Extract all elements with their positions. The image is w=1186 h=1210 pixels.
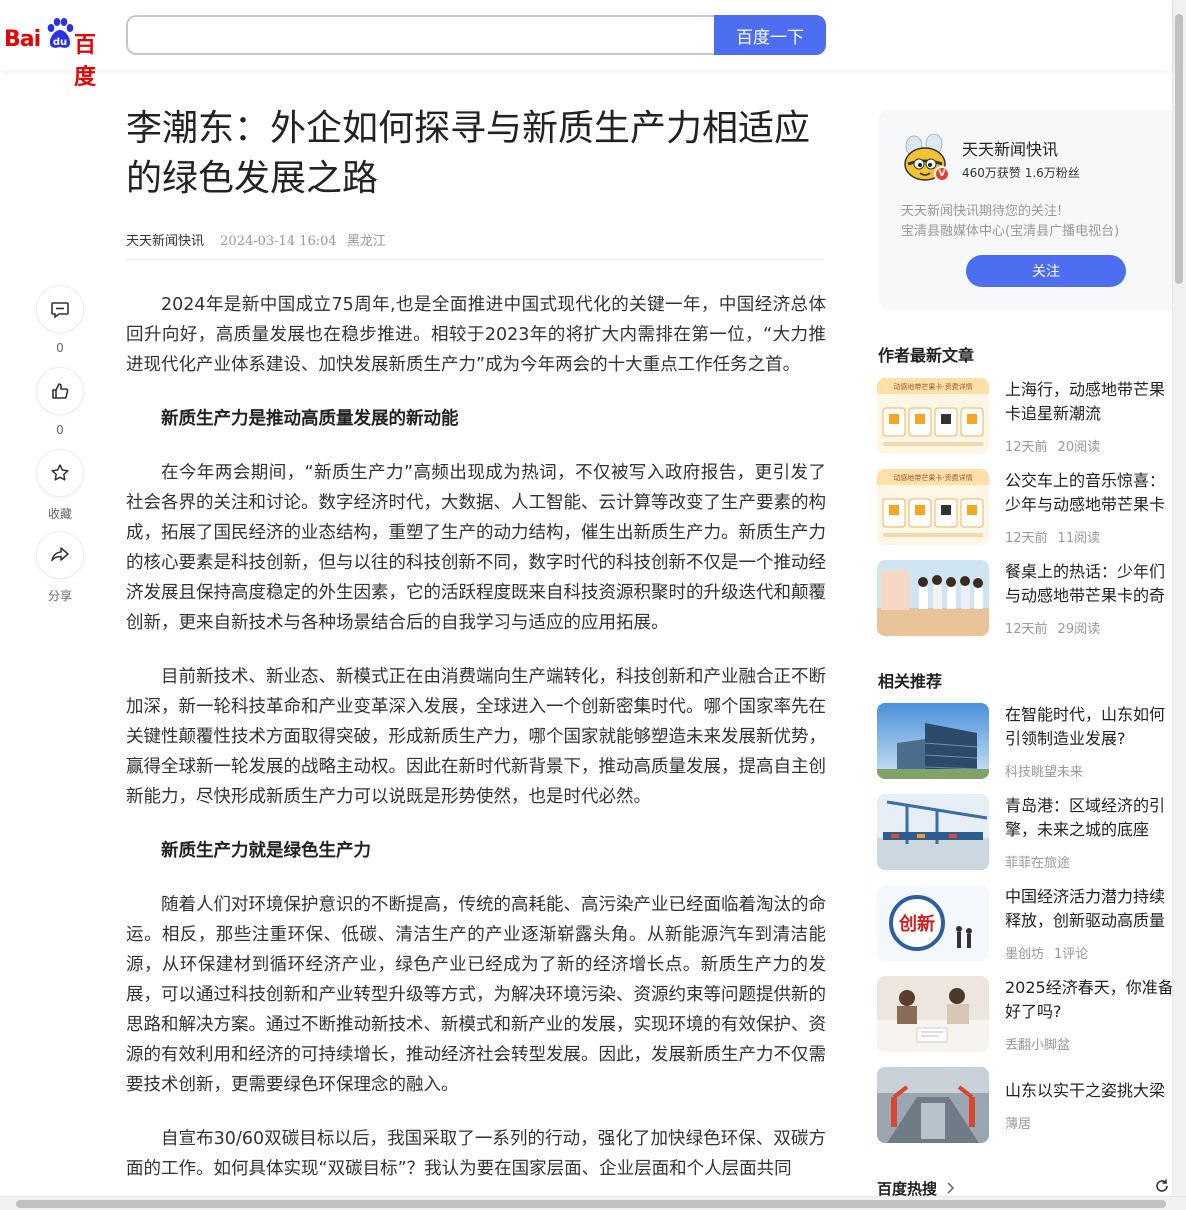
related-meta: 科技眺望未来 [1005,761,1083,780]
related-title[interactable]: 在智能时代，山东如何引领制造业发展? [1005,703,1175,751]
comment-action[interactable]: 0 [36,285,84,355]
verified-badge: V [934,166,950,182]
article-time: 12天前 [1005,531,1048,546]
related-meta: 菲菲在旅途 [1005,852,1070,871]
follow-button[interactable]: 关注 [966,255,1126,287]
thumb-caption: 创新 [898,913,935,935]
paragraph: 自宣布30/60双碳目标以后，我国采取了一系列的行动，强化了加快绿色环保、双碳方… [126,1129,826,1179]
refresh-icon[interactable] [1154,1178,1170,1194]
section-heading: 新质生产力是推动高质量发展的新动能 [161,409,459,429]
horizontal-scrollbar[interactable] [0,1196,1186,1210]
author-desc: 天天新闻快讯期待您的关注! [901,204,1063,219]
author-card: V 天天新闻快讯 460万获赞 1.6万粉丝 天天新闻快讯期待您的关注! 宝清县… [878,110,1178,310]
related-item[interactable]: 创新 中国经济活力潜力持续释放，创新驱动高质量发展 墨创坊 1评论 [877,885,1177,962]
article-time: 12天前 [1005,440,1048,455]
latest-article-meta: 12天前 29阅读 [1005,618,1100,637]
thumbs-up-icon [52,383,69,399]
latest-section-title: 作者最新文章 [878,346,975,365]
related-source: 丢翻小脚盆 [1005,1038,1071,1053]
article-reads: 29阅读 [1057,622,1101,637]
like-count: 0 [56,423,64,437]
related-meta: 薄居 [1005,1113,1031,1132]
svg-text:du: du [53,37,67,48]
author-stats: 460万获赞 1.6万粉丝 [962,166,1080,180]
latest-article-title[interactable]: 公交车上的音乐惊喜：少年与动感地带芒果卡的共鸣 [1005,469,1175,517]
related-meta: 丢翻小脚盆 [1005,1034,1070,1053]
divider [126,259,824,260]
article-meta: 天天新闻快讯 2024-03-14 16:04 黑龙江 [126,230,386,249]
vertical-scrollbar[interactable] [1172,0,1186,1196]
latest-article-meta: 12天前 20阅读 [1005,436,1100,455]
article-location: 黑龙江 [346,234,386,249]
share-icon [51,547,69,562]
share-action[interactable]: 分享 [36,531,84,604]
related-item[interactable]: 在智能时代，山东如何引领制造业发展? 科技眺望未来 [877,703,1177,780]
comment-button[interactable] [36,285,84,333]
comment-icon [51,302,69,319]
paragraph: 在今年两会期间，“新质生产力”高频出现成为热词，不仅被写入政府报告，更引发了社会… [126,463,826,633]
logo-text-right: 百度 [74,33,96,90]
article-body: 2024年是新中国成立75周年,也是全面推进中国式现代化的关键一年，中国经济总体… [126,290,826,1208]
article-date: 2024-03-14 16:04 [220,234,337,249]
author-name[interactable]: 天天新闻快讯 [962,136,1058,160]
promo-thumbnail: 动感地带芒果卡·资费详情 [877,469,989,545]
latest-article-title[interactable]: 餐桌上的热话：少年们与动感地带芒果卡的奇妙邂逅 [1005,560,1175,608]
related-comments: 1评论 [1054,947,1089,962]
thumb-caption: 动感地带芒果卡·资费详情 [893,473,972,482]
related-meta: 墨创坊 1评论 [1005,943,1088,962]
paragraph: 目前新技术、新业态、新模式正在由消费端向生产端转化，科技创新和产业融合正不断加深… [126,667,826,807]
section-heading: 新质生产力就是绿色生产力 [161,841,371,861]
latest-article-item[interactable]: 动感地带芒果卡·资费详情 上海行，动感地带芒果卡追星新潮流 12天前 20阅读 [877,378,1177,455]
like-button[interactable] [36,367,84,415]
related-source: 科技眺望未来 [1005,765,1084,780]
vertical-scrollbar-thumb[interactable] [1175,14,1183,284]
article-reads: 11阅读 [1057,531,1101,546]
latest-article-title[interactable]: 上海行，动感地带芒果卡追星新潮流 [1005,378,1175,426]
chevron-right-icon [947,1182,955,1194]
related-title[interactable]: 青岛港：区域经济的引擎，未来之城的底座 [1005,794,1175,842]
collect-button[interactable] [36,449,84,497]
share-label: 分享 [47,589,72,603]
latest-article-meta: 12天前 11阅读 [1005,527,1100,546]
paragraph: 随着人们对环境保护意识的不断提高，传统的高耗能、高污染产业已经面临着淘汰的命运。… [126,895,826,1095]
related-item[interactable]: 2025经济春天，你准备好了吗? 丢翻小脚盆 [877,976,1177,1053]
baidu-logo[interactable]: Bai du 百度 [4,17,108,90]
related-source: 菲菲在旅途 [1005,856,1071,871]
latest-article-item[interactable]: 动感地带芒果卡·资费详情 公交车上的音乐惊喜：少年与动感地带芒果卡的共鸣 12天… [877,469,1177,546]
thumb-caption: 动感地带芒果卡·资费详情 [893,382,972,391]
like-action[interactable]: 0 [36,367,84,437]
share-button[interactable] [36,531,84,579]
top-bar: Bai du 百度 百度一下 [0,0,1172,90]
search-input[interactable] [126,15,716,55]
article-reads: 20阅读 [1057,440,1101,455]
related-section-title: 相关推荐 [878,672,943,691]
port-crane-thumbnail [877,794,989,870]
related-source: 墨创坊 [1005,947,1045,962]
logo-text-left: Bai [4,27,41,52]
paw-icon: du [47,18,74,48]
promo-thumbnail: 动感地带芒果卡·资费详情 [877,378,989,454]
article-time: 12天前 [1005,622,1048,637]
meeting-thumbnail [877,976,989,1052]
group-photo-thumbnail [877,560,989,636]
collect-label: 收藏 [47,507,72,521]
author-org: 宝清县融媒体中心(宝清县广播电视台) [901,224,1120,239]
horizontal-scrollbar-thumb[interactable] [16,1200,1166,1208]
related-source: 薄居 [1005,1117,1032,1132]
collect-action[interactable]: 收藏 [36,449,84,522]
comment-count: 0 [56,341,64,355]
related-title[interactable]: 中国经济活力潜力持续释放，创新驱动高质量发展 [1005,885,1175,933]
related-title[interactable]: 2025经济春天，你准备好了吗? [1005,976,1175,1024]
paragraph: 2024年是新中国成立75周年,也是全面推进中国式现代化的关键一年，中国经济总体… [126,295,826,375]
latest-article-item[interactable]: 餐桌上的热话：少年们与动感地带芒果卡的奇妙邂逅 12天前 29阅读 [877,560,1177,637]
building-thumbnail [877,703,989,779]
star-icon [51,464,69,481]
innovation-thumbnail: 创新 [877,885,989,961]
related-item[interactable]: 山东以实干之姿挑大梁 薄居 [877,1067,1177,1143]
article-title: 李潮东：外企如何探寻与新质生产力相适应的绿色发展之路 [126,108,811,199]
factory-thumbnail [877,1067,989,1143]
search-button[interactable]: 百度一下 [714,15,826,55]
related-item[interactable]: 青岛港：区域经济的引擎，未来之城的底座 菲菲在旅途 [877,794,1177,871]
article-author[interactable]: 天天新闻快讯 [126,234,204,249]
